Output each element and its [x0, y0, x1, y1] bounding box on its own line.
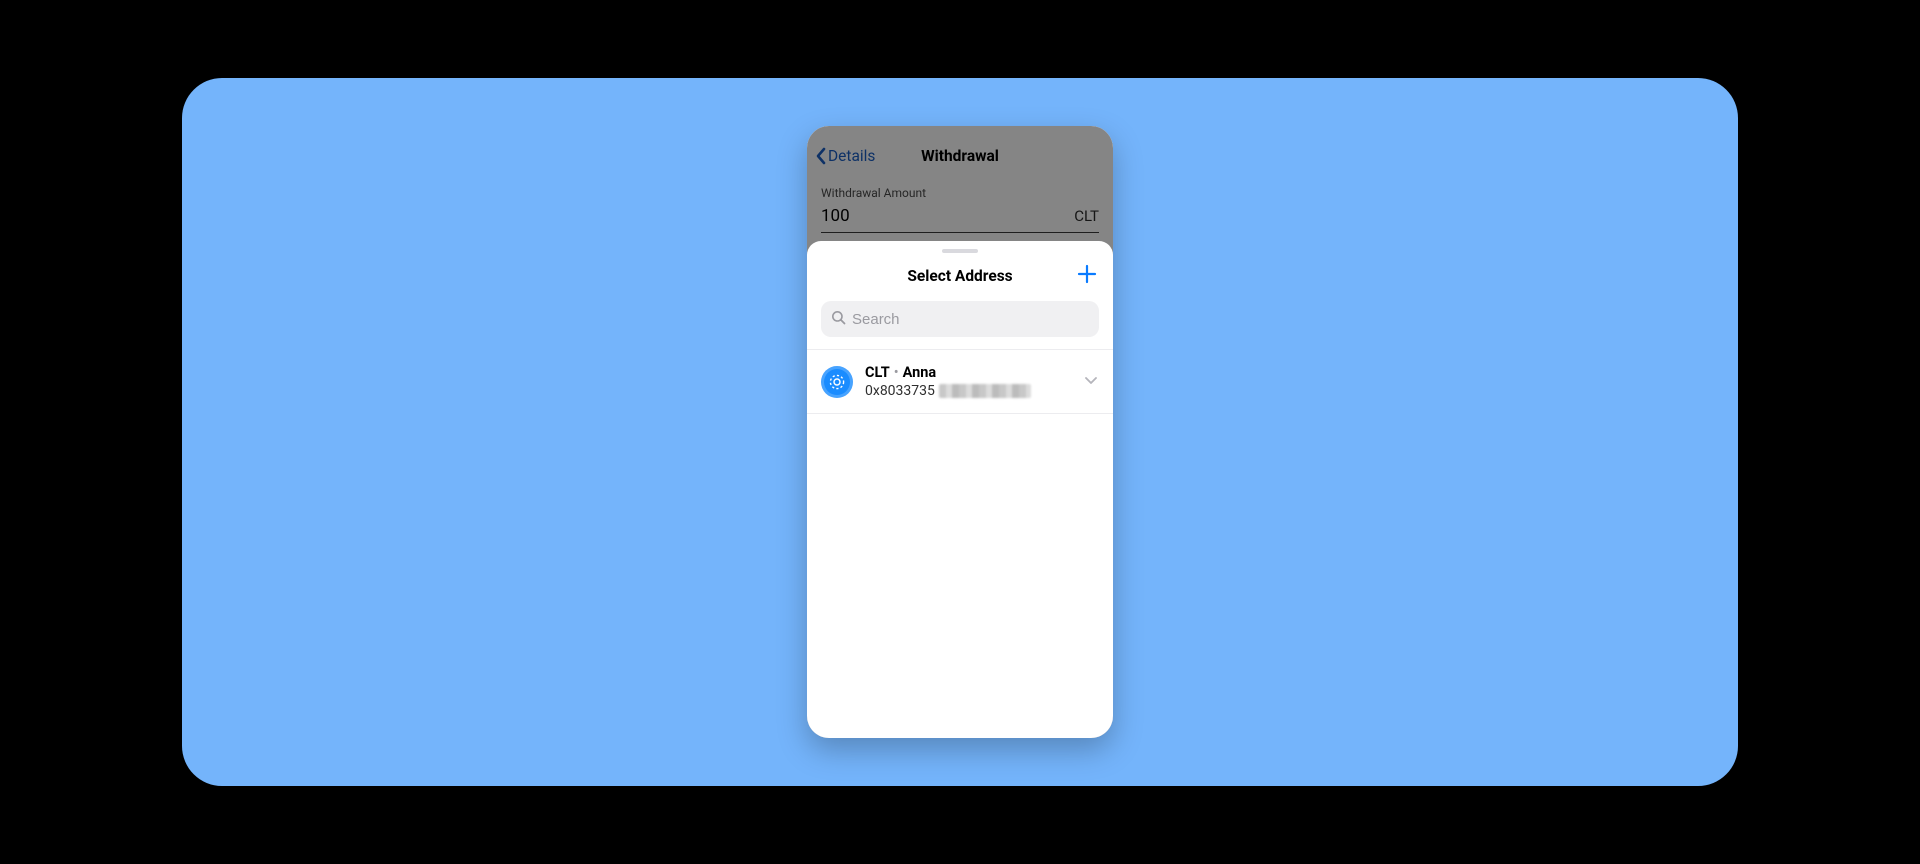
address-name: Anna	[903, 364, 937, 381]
sheet-title: Select Address	[907, 267, 1012, 285]
address-redacted	[939, 384, 1031, 398]
chevron-down-icon	[1083, 372, 1099, 392]
phone-frame: Details Withdrawal Withdrawal Amount 100…	[807, 126, 1113, 738]
sheet-header: Select Address	[807, 259, 1113, 293]
add-address-button[interactable]	[1075, 264, 1099, 288]
search-field[interactable]	[821, 301, 1099, 337]
sheet-grabber[interactable]	[942, 249, 978, 253]
select-address-sheet: Select Address	[807, 241, 1113, 738]
address-value: 0x8033735	[865, 383, 1071, 399]
showcase-card: Details Withdrawal Withdrawal Amount 100…	[182, 78, 1738, 786]
address-row[interactable]: CLT•Anna 0x8033735	[807, 350, 1113, 414]
address-text: CLT•Anna 0x8033735	[865, 364, 1071, 399]
token-icon	[821, 366, 853, 398]
search-icon	[831, 310, 846, 329]
search-wrap	[807, 293, 1113, 350]
address-symbol: CLT	[865, 364, 890, 381]
search-input[interactable]	[852, 311, 1089, 328]
address-prefix: 0x8033735	[865, 383, 935, 399]
plus-icon	[1077, 264, 1097, 288]
address-title: CLT•Anna	[865, 364, 1071, 381]
address-list: CLT•Anna 0x8033735	[807, 350, 1113, 414]
